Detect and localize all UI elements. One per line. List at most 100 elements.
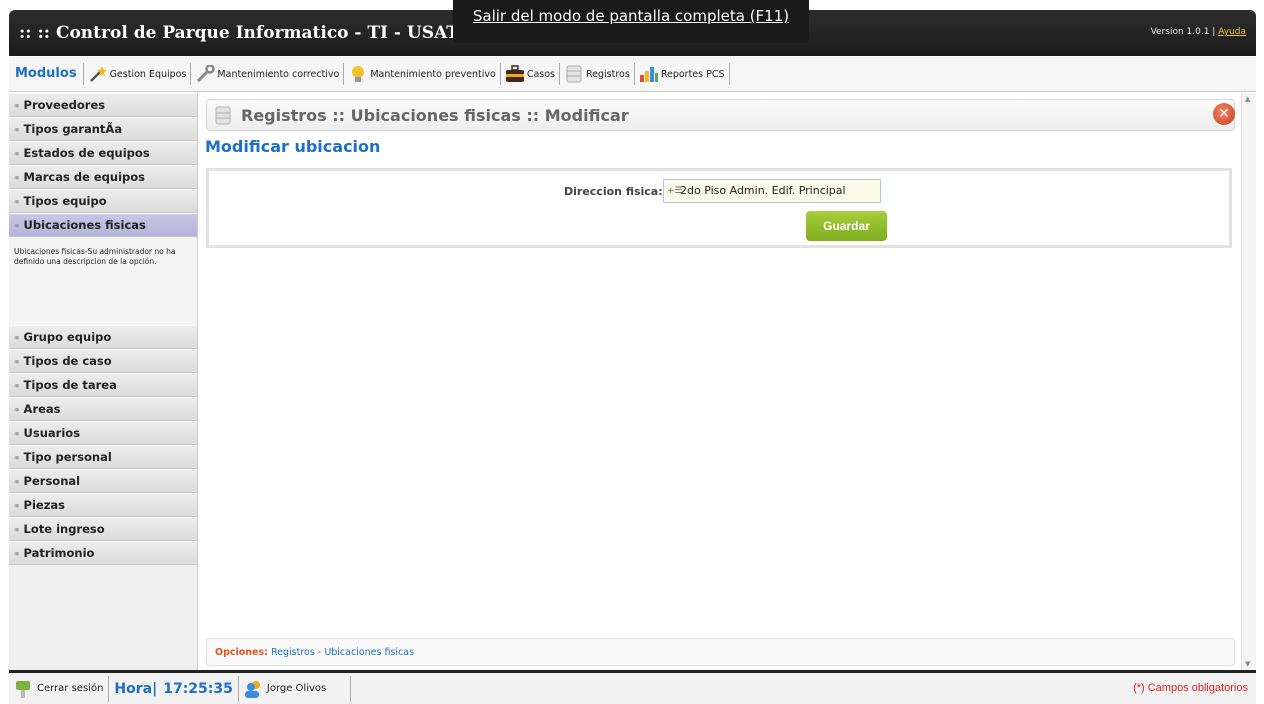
sidebar-item-label: Tipos de tarea [23,378,117,392]
scroll-down-icon[interactable]: ▼ [1245,660,1250,668]
required-fields-note: (*) Campos obligatorios [1133,682,1248,694]
modules-label: Modulos [11,63,84,85]
modules-bar: Modulos Gestion Equipos Mantenimiento co… [9,57,1256,92]
module-reportes-pcs[interactable]: Reportes PCS [635,63,730,85]
briefcase-icon [505,65,525,83]
sidebar-item-label: Proveedores [23,98,106,112]
sidebar-item-piezas[interactable]: ⚭ Piezas [9,493,197,517]
logout-button[interactable]: Cerrar sesión [9,675,110,702]
module-casos[interactable]: Casos [501,63,560,85]
app-title: :: :: Control de Parque Informatico - TI… [19,23,459,43]
sidebar-item-description: Ubicaciones fisicas-Su administrador no … [9,237,197,325]
module-label: Registros [585,68,630,80]
breadcrumb-bar: Registros :: Ubicaciones fisicas :: Modi… [206,99,1235,131]
user-name: Jorge Olivos [266,683,327,694]
sidebar: ⚭ Proveedores ⚭ Tipos garantÃa ⚭ Estados de… [9,93,198,670]
module-label: Gestion Equipos [109,68,187,80]
sidebar-item-label: Grupo equipo [23,330,112,344]
sidebar-item-label: Patrimonio [23,546,95,560]
sidebar-item-estados-equipos[interactable]: ⚭ Estados de equipos [9,141,197,165]
module-gestion-equipos[interactable]: Gestion Equipos [84,63,192,85]
save-button[interactable]: Guardar [806,211,887,241]
fullscreen-exit-notice[interactable]: Salir del modo de pantalla completa (F11… [453,0,809,43]
direccion-fisica-label: Direccion fisica: [564,185,663,198]
close-icon[interactable]: ✕ [1213,103,1235,125]
sidebar-item-label: Personal [23,474,81,488]
vertical-scrollbar[interactable]: ▲ ▼ [1241,93,1256,670]
link-icon: ⚭ [13,550,21,560]
link-icon: ⚭ [13,126,21,136]
module-label: Mantenimiento preventivo [370,68,496,80]
sidebar-item-label: Tipo personal [23,450,112,464]
form-title: Modificar ubicacion [205,137,381,156]
direccion-fisica-value: 2do Piso Admin. Edif. Principal [680,184,846,197]
key-icon [14,679,34,699]
sidebar-item-usuarios[interactable]: ⚭ Usuarios [9,421,197,445]
sidebar-item-personal[interactable]: ⚭ Personal [9,469,197,493]
sidebar-item-tipos-caso[interactable]: ⚭ Tipos de caso [9,349,197,373]
sidebar-item-marcas-equipos[interactable]: ⚭ Marcas de equipos [9,165,197,189]
sidebar-item-patrimonio[interactable]: ⚭ Patrimonio [9,541,197,565]
clock: Hora| 17:25:35 [109,675,239,702]
options-label: Opciones: [215,647,268,658]
user-icon [244,679,264,699]
sidebar-item-label: Lote ingreso [23,522,105,536]
sidebar-item-label: Areas [23,402,61,416]
version-info: Version 1.0.1 | Ayuda [1151,27,1246,37]
options-link-registros[interactable]: Registros [271,647,315,658]
sidebar-item-ubicaciones-fisicas[interactable]: ⚭ Ubicaciones fisicas [9,213,197,237]
module-mantenimiento-preventivo[interactable]: Mantenimiento preventivo [344,63,501,85]
link-icon: ⚭ [13,174,21,184]
main-content: Registros :: Ubicaciones fisicas :: Modi… [199,93,1241,670]
link-icon: ⚭ [13,526,21,536]
text-align-icon: +☰ [667,186,683,196]
current-user: Jorge Olivos [239,675,351,702]
database-icon [215,106,231,125]
link-icon: ⚭ [13,150,21,160]
scroll-up-icon[interactable]: ▲ [1245,95,1250,103]
module-label: Casos [526,68,555,80]
sidebar-item-tipos-tarea[interactable]: ⚭ Tipos de tarea [9,373,197,397]
sidebar-item-label: Ubicaciones fisicas [23,218,146,232]
sidebar-item-areas[interactable]: ⚭ Areas [9,397,197,421]
lightbulb-icon [348,65,368,83]
hora-label: Hora| [114,680,158,697]
options-separator: - [317,647,322,658]
sidebar-item-label: Tipos garantÃa [23,122,123,136]
sidebar-item-tipos-equipo[interactable]: ⚭ Tipos equipo [9,189,197,213]
sidebar-item-label: Tipos equipo [23,194,107,208]
link-icon: ⚭ [13,430,21,440]
module-label: Reportes PCS [660,68,725,80]
link-icon: ⚭ [13,382,21,392]
sidebar-item-tipo-personal[interactable]: ⚭ Tipo personal [9,445,197,469]
link-icon: ⚭ [13,102,21,112]
edit-form: Direccion fisica: +☰ 2do Piso Admin. Edi… [206,168,1232,248]
module-registros[interactable]: Registros [560,63,635,85]
bar-chart-icon [639,65,659,83]
logout-label: Cerrar sesión [37,683,104,694]
status-footer: Cerrar sesión Hora| 17:25:35 Jorge Olivo… [9,670,1256,704]
sidebar-item-label: Marcas de equipos [23,170,146,184]
link-icon: ⚭ [13,406,21,416]
sidebar-item-grupo-equipo[interactable]: ⚭ Grupo equipo [9,325,197,349]
version-text: Version 1.0.1 | [1150,27,1216,37]
options-link-ubicaciones[interactable]: Ubicaciones fisicas [324,647,414,658]
sidebar-item-label: Usuarios [23,426,81,440]
module-mantenimiento-correctivo[interactable]: Mantenimiento correctivo [191,63,345,85]
sidebar-item-lote-ingreso[interactable]: ⚭ Lote ingreso [9,517,197,541]
link-icon: ⚭ [13,502,21,512]
current-time: 17:25:35 [163,680,233,697]
link-icon: ⚭ [13,222,21,232]
help-link[interactable]: Ayuda [1218,27,1246,37]
direccion-fisica-input[interactable]: +☰ 2do Piso Admin. Edif. Principal [663,179,881,203]
sidebar-item-label: Tipos de caso [23,354,112,368]
link-icon: ⚭ [13,454,21,464]
breadcrumb: Registros :: Ubicaciones fisicas :: Modi… [241,106,629,125]
module-label: Mantenimiento correctivo [217,68,340,80]
sidebar-item-proveedores[interactable]: ⚭ Proveedores [9,93,197,117]
magic-wand-icon [88,65,108,83]
sidebar-item-label: Estados de equipos [23,146,150,160]
wrench-icon [195,64,216,83]
sidebar-item-tipos-garantia[interactable]: ⚭ Tipos garantÃa [9,117,197,141]
link-icon: ⚭ [13,358,21,368]
